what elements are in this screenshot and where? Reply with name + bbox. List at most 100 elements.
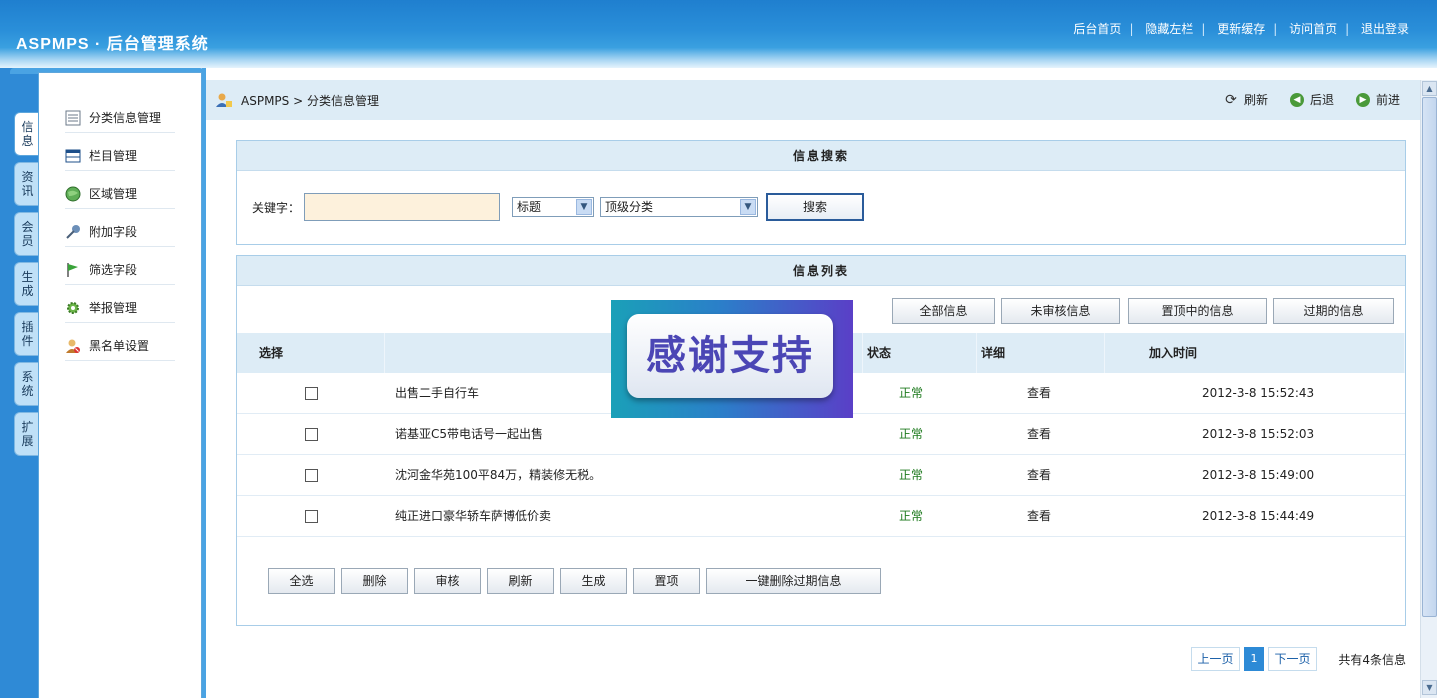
chevron-down-icon: ▼ [576,199,593,215]
sidebar-item-filter-fields[interactable]: 筛选字段 [65,255,175,285]
row-time: 2012-3-8 15:52:43 [1202,386,1315,400]
row-status: 正常 [899,468,924,482]
sidebar-splitter[interactable] [202,68,206,698]
scroll-thumb[interactable] [1422,97,1437,617]
row-time: 2012-3-8 15:49:00 [1202,468,1315,482]
sidebar-item-label: 区域管理 [89,187,138,201]
gear-icon [67,301,79,314]
column-detail: 详细 [977,333,1105,373]
generate-button[interactable]: 生成 [560,568,627,594]
flag-icon [67,262,78,277]
sidebar-item-label: 分类信息管理 [89,111,162,125]
globe-icon [65,186,81,201]
row-checkbox[interactable] [305,469,318,482]
refresh-button[interactable]: ⟳ 刷新 [1224,91,1268,108]
row-title[interactable]: 诺基亚C5带电话号一起出售 [395,414,543,454]
user-icon [216,93,232,107]
tab-generate[interactable]: 生成 [14,262,40,306]
row-title[interactable]: 出售二手自行车 [395,373,479,413]
refresh-icon: ⟳ [1225,91,1237,108]
row-checkbox[interactable] [305,428,318,441]
sidebar-item-label: 筛选字段 [89,263,138,277]
filter-unreviewed-button[interactable]: 未审核信息 [1001,298,1120,324]
top-links: 后台首页 | 隐藏左栏 | 更新缓存 | 访问首页 | 退出登录 [1073,22,1409,36]
delete-expired-button[interactable]: 一键删除过期信息 [706,568,881,594]
sidebar-item-regions[interactable]: 区域管理 [65,179,175,209]
filter-expired-button[interactable]: 过期的信息 [1273,298,1394,324]
row-title[interactable]: 纯正进口豪华轿车萨博低价卖 [395,496,551,536]
pin-button[interactable]: 置项 [633,568,700,594]
keyword-label: 关键字： [252,200,301,215]
tab-members[interactable]: 会员 [14,212,40,256]
vertical-scrollbar[interactable]: ▲ ▼ [1420,80,1437,698]
field-select[interactable]: 标题 ▼ [512,197,595,217]
column-time: 加入时间 [1105,333,1405,373]
next-page-button[interactable]: 下一页 [1268,647,1317,671]
filter-all-button[interactable]: 全部信息 [892,298,995,324]
column-status: 状态 [863,333,977,373]
tab-info[interactable]: 信息 [14,112,40,156]
current-page[interactable]: 1 [1244,647,1264,671]
scroll-down-icon[interactable]: ▼ [1422,680,1437,695]
column-select: 选择 [237,333,385,373]
row-status: 正常 [899,509,924,523]
forward-button[interactable]: ▶ 前进 [1355,91,1400,108]
breadcrumb: ASPMPS > 分类信息管理 [241,94,379,108]
breadcrumb-bar: ASPMPS > 分类信息管理 ⟳ 刷新 ◀ 后退 ▶ 前进 [206,80,1420,120]
nav-actions: ⟳ 刷新 ◀ 后退 ▶ 前进 [1224,91,1400,108]
total-count: 共有4条信息 [1338,653,1406,667]
tab-plugins[interactable]: 插件 [14,312,40,356]
row-detail-link[interactable]: 查看 [1027,414,1051,454]
table-row: 沈河金华苑100平84万，精装修无税。 正常 查看 2012-3-8 15:49… [237,455,1405,496]
row-status: 正常 [899,427,924,441]
sidebar-item-label: 举报管理 [89,301,138,315]
link-logout[interactable]: 退出登录 [1361,22,1409,36]
sidebar-item-category-info[interactable]: 分类信息管理 [65,103,175,133]
row-title[interactable]: 沈河金华苑100平84万，精装修无税。 [395,455,601,495]
link-update-cache[interactable]: 更新缓存 [1217,22,1265,36]
sidebar-item-reports[interactable]: 举报管理 [65,293,175,323]
link-visit-home[interactable]: 访问首页 [1289,22,1337,36]
link-admin-home[interactable]: 后台首页 [1073,22,1121,36]
search-panel-title: 信息搜索 [237,141,1405,171]
back-icon: ◀ [1289,92,1304,107]
tab-extend[interactable]: 扩展 [14,412,40,456]
row-detail-link[interactable]: 查看 [1027,373,1051,413]
promo-overlay: 感谢支持 [611,300,853,418]
app-logo: ASPMPS · 后台管理系统 [16,36,209,53]
row-checkbox[interactable] [305,387,318,400]
row-detail-link[interactable]: 查看 [1027,496,1051,536]
keyword-input[interactable] [304,193,501,221]
tab-news[interactable]: 资讯 [14,162,40,206]
sidebar-item-label: 附加字段 [89,225,138,239]
filter-pinned-button[interactable]: 置顶中的信息 [1128,298,1267,324]
scroll-up-icon[interactable]: ▲ [1422,81,1437,96]
refresh-list-button[interactable]: 刷新 [487,568,554,594]
columns-icon [65,149,81,162]
row-time: 2012-3-8 15:44:49 [1202,509,1315,523]
prev-page-button[interactable]: 上一页 [1191,647,1240,671]
row-time: 2012-3-8 15:52:03 [1202,427,1315,441]
sidebar-item-blacklist[interactable]: 黑名单设置 [65,331,175,361]
category-select[interactable]: 顶级分类 ▼ [600,197,759,217]
search-button[interactable]: 搜索 [766,193,865,221]
link-hide-sidebar[interactable]: 隐藏左栏 [1145,22,1193,36]
row-checkbox[interactable] [305,510,318,523]
tab-system[interactable]: 系统 [14,362,40,406]
sidebar-item-label: 黑名单设置 [89,339,150,353]
delete-button[interactable]: 删除 [341,568,408,594]
table-row: 诺基亚C5带电话号一起出售 正常 查看 2012-3-8 15:52:03 [237,414,1405,455]
forward-icon: ▶ [1355,92,1370,107]
sidebar-item-label: 栏目管理 [89,149,138,163]
search-row: 关键字： 标题 ▼ 顶级分类 ▼ 搜索 [252,193,865,221]
approve-button[interactable]: 审核 [414,568,481,594]
top-header: ASPMPS · 后台管理系统 后台首页 | 隐藏左栏 | 更新缓存 | 访问首页 | … [0,0,1437,68]
list-icon [65,110,81,125]
sidebar-item-extra-fields[interactable]: 附加字段 [65,217,175,247]
row-detail-link[interactable]: 查看 [1027,455,1051,495]
back-button[interactable]: ◀ 后退 [1289,91,1334,108]
user-block-icon [66,339,80,353]
sidebar-item-columns[interactable]: 栏目管理 [65,141,175,171]
table-row: 纯正进口豪华轿车萨博低价卖 正常 查看 2012-3-8 15:44:49 [237,496,1405,537]
select-all-button[interactable]: 全选 [268,568,335,594]
